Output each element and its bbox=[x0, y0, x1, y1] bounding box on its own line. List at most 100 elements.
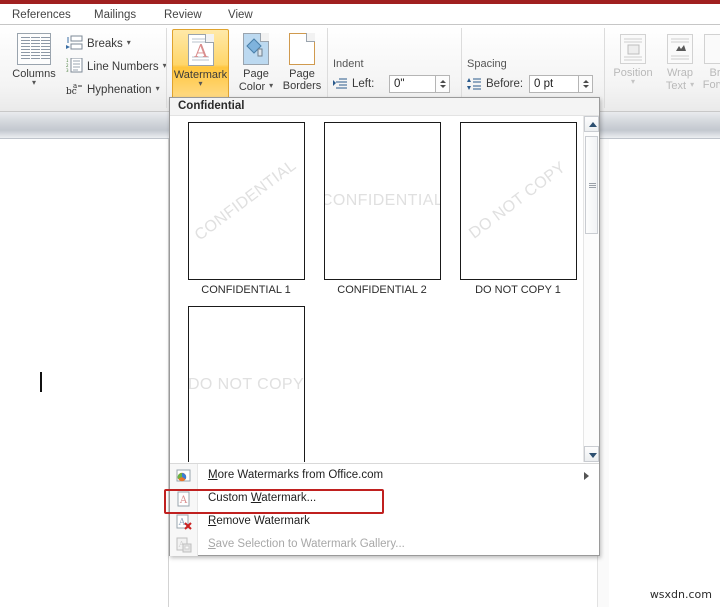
page-color-icon bbox=[243, 33, 269, 65]
page-color-label-2: Color bbox=[238, 81, 266, 93]
tab-view[interactable]: View bbox=[222, 6, 259, 25]
position-icon bbox=[620, 34, 646, 64]
scroll-down-button[interactable] bbox=[584, 446, 599, 462]
indent-left-stepper[interactable] bbox=[436, 75, 450, 93]
menu-item-label: Remove Watermark bbox=[208, 515, 310, 527]
spacing-before-label: Before: bbox=[486, 78, 524, 90]
watermark-gallery-dropdown: Confidential CONFIDENTIAL CONFIDENTIAL 1… bbox=[169, 97, 600, 556]
spacing-before-stepper[interactable] bbox=[579, 75, 593, 93]
breaks-label: Breaks bbox=[87, 38, 123, 50]
tab-review[interactable]: Review bbox=[158, 6, 208, 25]
submenu-arrow-icon bbox=[584, 472, 589, 480]
line-numbers-icon: 123 bbox=[66, 57, 83, 73]
watermark-preview: CONFIDENTIAL bbox=[187, 122, 305, 280]
chevron-down-icon: ▾ bbox=[126, 38, 131, 47]
watermark-preview-text: CONFIDENTIAL bbox=[323, 192, 441, 209]
gallery-item[interactable]: CONFIDENTIAL CONFIDENTIAL 1 bbox=[178, 122, 314, 296]
page-borders-label-2: Borders bbox=[282, 80, 322, 92]
page-borders-button[interactable]: Page Borders bbox=[279, 29, 325, 103]
watermark-button[interactable]: A Watermark ▾ bbox=[172, 29, 229, 103]
gallery-menu: More Watermarks from Office.com A Custom… bbox=[170, 463, 599, 556]
bring-forward-icon bbox=[704, 34, 720, 64]
hyphenation-icon: bc a bbox=[66, 81, 83, 97]
menu-item-label: Save Selection to Watermark Gallery... bbox=[208, 538, 405, 550]
document-page[interactable] bbox=[0, 139, 169, 607]
ribbon-tab-bar: References Mailings Review View bbox=[0, 4, 720, 25]
bring-forward-button[interactable]: Br Forw bbox=[702, 29, 720, 103]
source-watermark: wsxdn.com bbox=[649, 588, 712, 601]
indent-left-icon bbox=[333, 77, 348, 91]
text-caret bbox=[40, 372, 42, 392]
watermark-preview: CONFIDENTIAL bbox=[323, 122, 441, 280]
gallery-section-header: Confidential bbox=[170, 98, 599, 116]
line-numbers-button[interactable]: 123 Line Numbers ▾ bbox=[66, 55, 167, 76]
bring-forward-label-2: Forw bbox=[702, 79, 720, 91]
position-button[interactable]: Position ▾ bbox=[608, 29, 658, 103]
chevron-down-icon: ▾ bbox=[155, 84, 160, 93]
tab-references[interactable]: References bbox=[6, 6, 77, 25]
breaks-button[interactable]: Breaks ▾ bbox=[66, 32, 131, 53]
custom-watermark-icon: A bbox=[176, 491, 192, 507]
scrollbar-thumb[interactable] bbox=[585, 136, 598, 234]
menu-item-more-watermarks[interactable]: More Watermarks from Office.com bbox=[170, 464, 599, 487]
gallery-item[interactable]: CONFIDENTIAL CONFIDENTIAL 2 bbox=[314, 122, 450, 296]
gallery-scrollbar[interactable] bbox=[583, 116, 599, 462]
menu-item-label: More Watermarks from Office.com bbox=[208, 469, 384, 481]
indent-left-label: Left: bbox=[352, 78, 375, 90]
spacing-group-label: Spacing bbox=[467, 58, 507, 70]
page-borders-label-1: Page bbox=[289, 68, 315, 80]
chevron-down-icon: ▾ bbox=[269, 81, 274, 90]
gallery-item-caption: CONFIDENTIAL 2 bbox=[337, 284, 427, 296]
indent-left-row: Left: 0" bbox=[333, 75, 453, 94]
page-color-label-1: Page bbox=[243, 68, 269, 80]
office-online-icon bbox=[176, 468, 192, 484]
gallery-item[interactable]: DO NOT COPY DO NOT COPY 2 bbox=[178, 306, 314, 462]
hyphenation-label: Hyphenation bbox=[87, 84, 152, 96]
svg-text:a: a bbox=[73, 82, 77, 90]
svg-text:A: A bbox=[178, 518, 186, 528]
chevron-down-icon: ▾ bbox=[31, 78, 36, 87]
chevron-down-icon: ▾ bbox=[690, 80, 695, 89]
wrap-text-button[interactable]: Wrap Text ▾ bbox=[655, 29, 705, 103]
page-borders-icon bbox=[289, 33, 315, 65]
menu-item-label: Custom Watermark... bbox=[208, 492, 317, 504]
watermark-preview-text: CONFIDENTIAL bbox=[191, 157, 300, 245]
breaks-icon bbox=[66, 35, 83, 50]
spacing-before-input[interactable]: 0 pt bbox=[529, 75, 579, 93]
gallery-grid: CONFIDENTIAL CONFIDENTIAL 1 CONFIDENTIAL… bbox=[170, 116, 584, 462]
chevron-down-icon: ▾ bbox=[198, 79, 203, 88]
wrap-text-label-2: Text bbox=[665, 80, 687, 92]
gallery-item-caption: CONFIDENTIAL 1 bbox=[201, 284, 291, 296]
svg-text:A: A bbox=[179, 495, 188, 506]
menu-item-remove-watermark[interactable]: A Remove Watermark bbox=[170, 510, 599, 533]
scroll-up-button[interactable] bbox=[584, 116, 599, 132]
watermark-preview: DO NOT COPY bbox=[459, 122, 577, 280]
spacing-before-icon bbox=[467, 77, 482, 91]
indent-left-input[interactable]: 0" bbox=[389, 75, 436, 93]
tab-mailings[interactable]: Mailings bbox=[88, 6, 142, 25]
bring-forward-label-1: Br bbox=[709, 67, 720, 79]
group-separator bbox=[166, 28, 167, 108]
hyphenation-button[interactable]: bc a Hyphenation ▾ bbox=[66, 78, 160, 99]
watermark-preview-text: DO NOT COPY bbox=[187, 376, 305, 393]
remove-watermark-icon: A bbox=[176, 514, 192, 530]
group-separator bbox=[461, 28, 462, 108]
svg-text:3: 3 bbox=[66, 68, 69, 73]
line-numbers-label: Line Numbers bbox=[87, 61, 159, 73]
save-selection-icon: A bbox=[176, 537, 192, 553]
group-separator bbox=[327, 28, 328, 108]
columns-button[interactable]: Columns ▾ bbox=[8, 29, 60, 103]
svg-text:A: A bbox=[193, 41, 208, 62]
watermark-icon: A bbox=[187, 34, 214, 66]
group-separator bbox=[604, 28, 605, 108]
gallery-item[interactable]: DO NOT COPY DO NOT COPY 1 bbox=[450, 122, 584, 296]
watermark-preview: DO NOT COPY bbox=[187, 306, 305, 462]
page-color-button[interactable]: Page Color ▾ bbox=[233, 29, 279, 103]
wrap-text-label-1: Wrap bbox=[666, 67, 694, 79]
gallery-item-caption: DO NOT COPY 1 bbox=[475, 284, 561, 296]
spacing-before-row: Before: 0 pt bbox=[467, 75, 597, 94]
watermark-preview-text: DO NOT COPY bbox=[466, 158, 570, 243]
columns-icon bbox=[17, 33, 51, 65]
menu-item-save-selection: A Save Selection to Watermark Gallery... bbox=[170, 533, 599, 556]
menu-item-custom-watermark[interactable]: A Custom Watermark... bbox=[170, 487, 599, 510]
